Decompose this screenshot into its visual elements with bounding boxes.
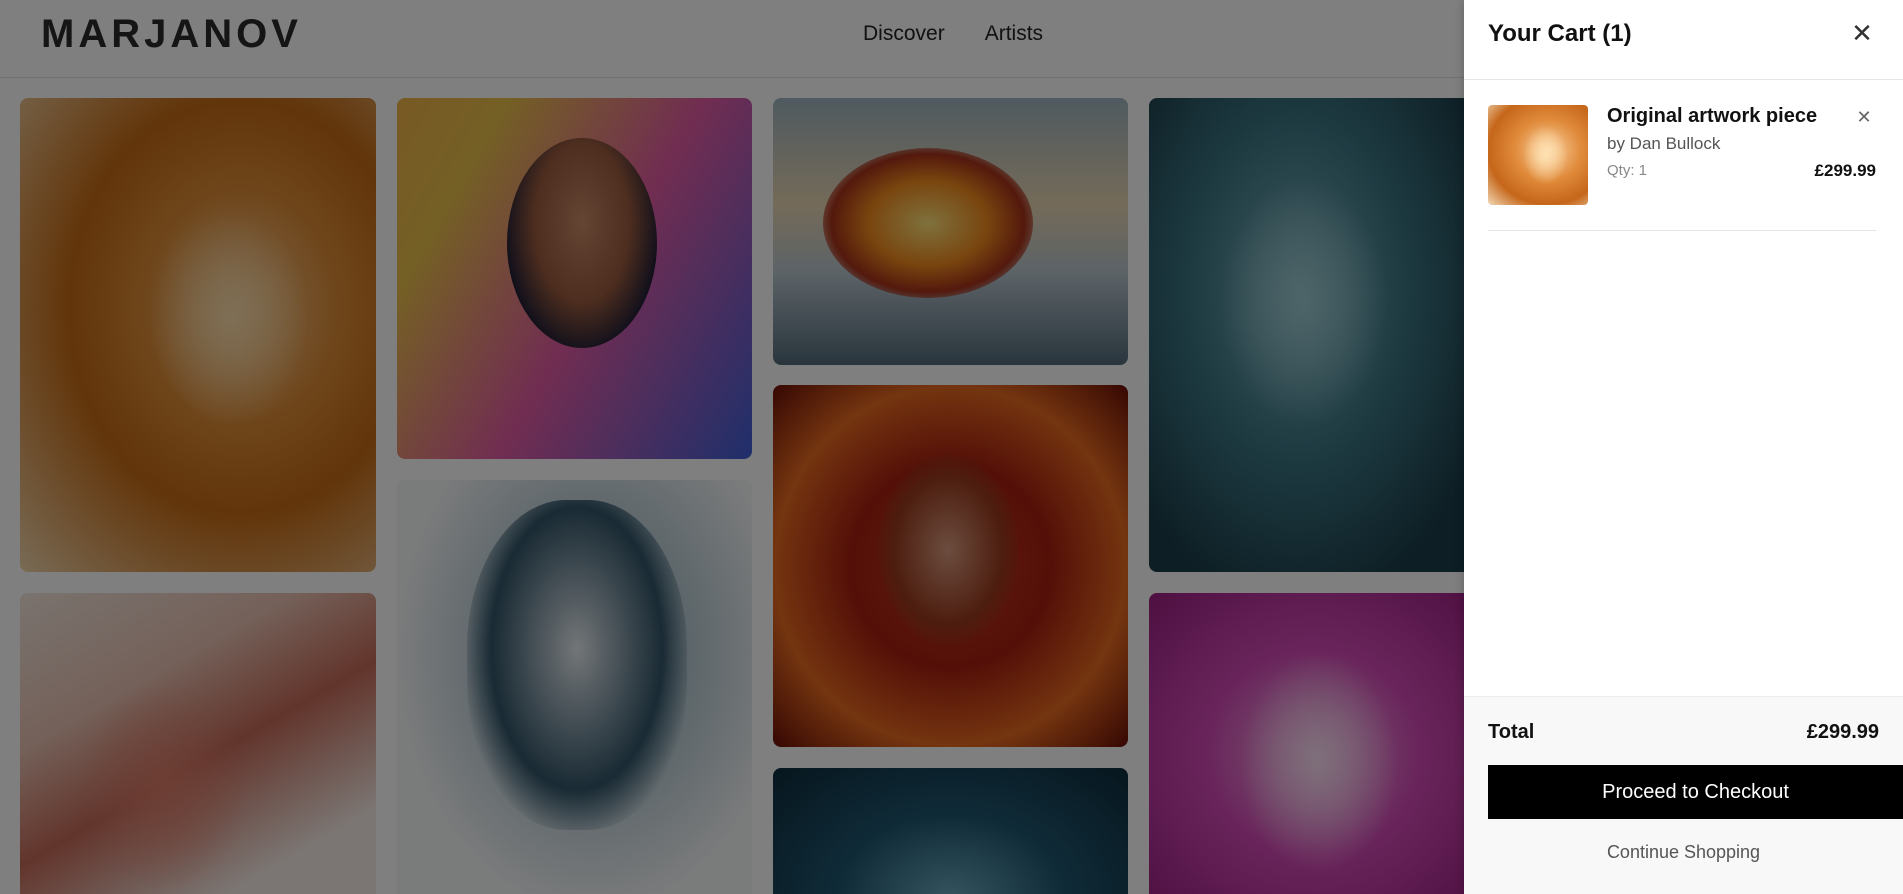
cart-item-artist: by Dan Bullock	[1607, 134, 1721, 153]
cart-item-quantity: Qty: 1	[1607, 162, 1648, 179]
cart-item-title[interactable]: Original artwork piece	[1607, 105, 1817, 128]
cart-drawer: Your Cart (1) ✕ Original artwork piece b…	[1464, 0, 1903, 894]
proceed-to-checkout-button[interactable]: Proceed to Checkout	[1488, 765, 1903, 819]
cart-footer: Total £299.99 Proceed to Checkout Contin…	[1464, 696, 1903, 894]
continue-shopping-link[interactable]: Continue Shopping	[1464, 842, 1879, 863]
cart-total-label: Total	[1488, 721, 1535, 743]
cart-item: Original artwork piece by Dan Bullock Qt…	[1488, 80, 1876, 231]
cart-item-thumbnail[interactable]	[1488, 105, 1588, 205]
remove-item-icon[interactable]: ✕	[1854, 107, 1874, 127]
cart-total-value: £299.99	[1806, 721, 1879, 743]
close-cart-icon[interactable]: ✕	[1847, 18, 1877, 48]
cart-title: Your Cart (1)	[1488, 20, 1632, 47]
cart-header: Your Cart (1) ✕	[1464, 0, 1903, 80]
cart-item-price: £299.99	[1814, 161, 1876, 180]
